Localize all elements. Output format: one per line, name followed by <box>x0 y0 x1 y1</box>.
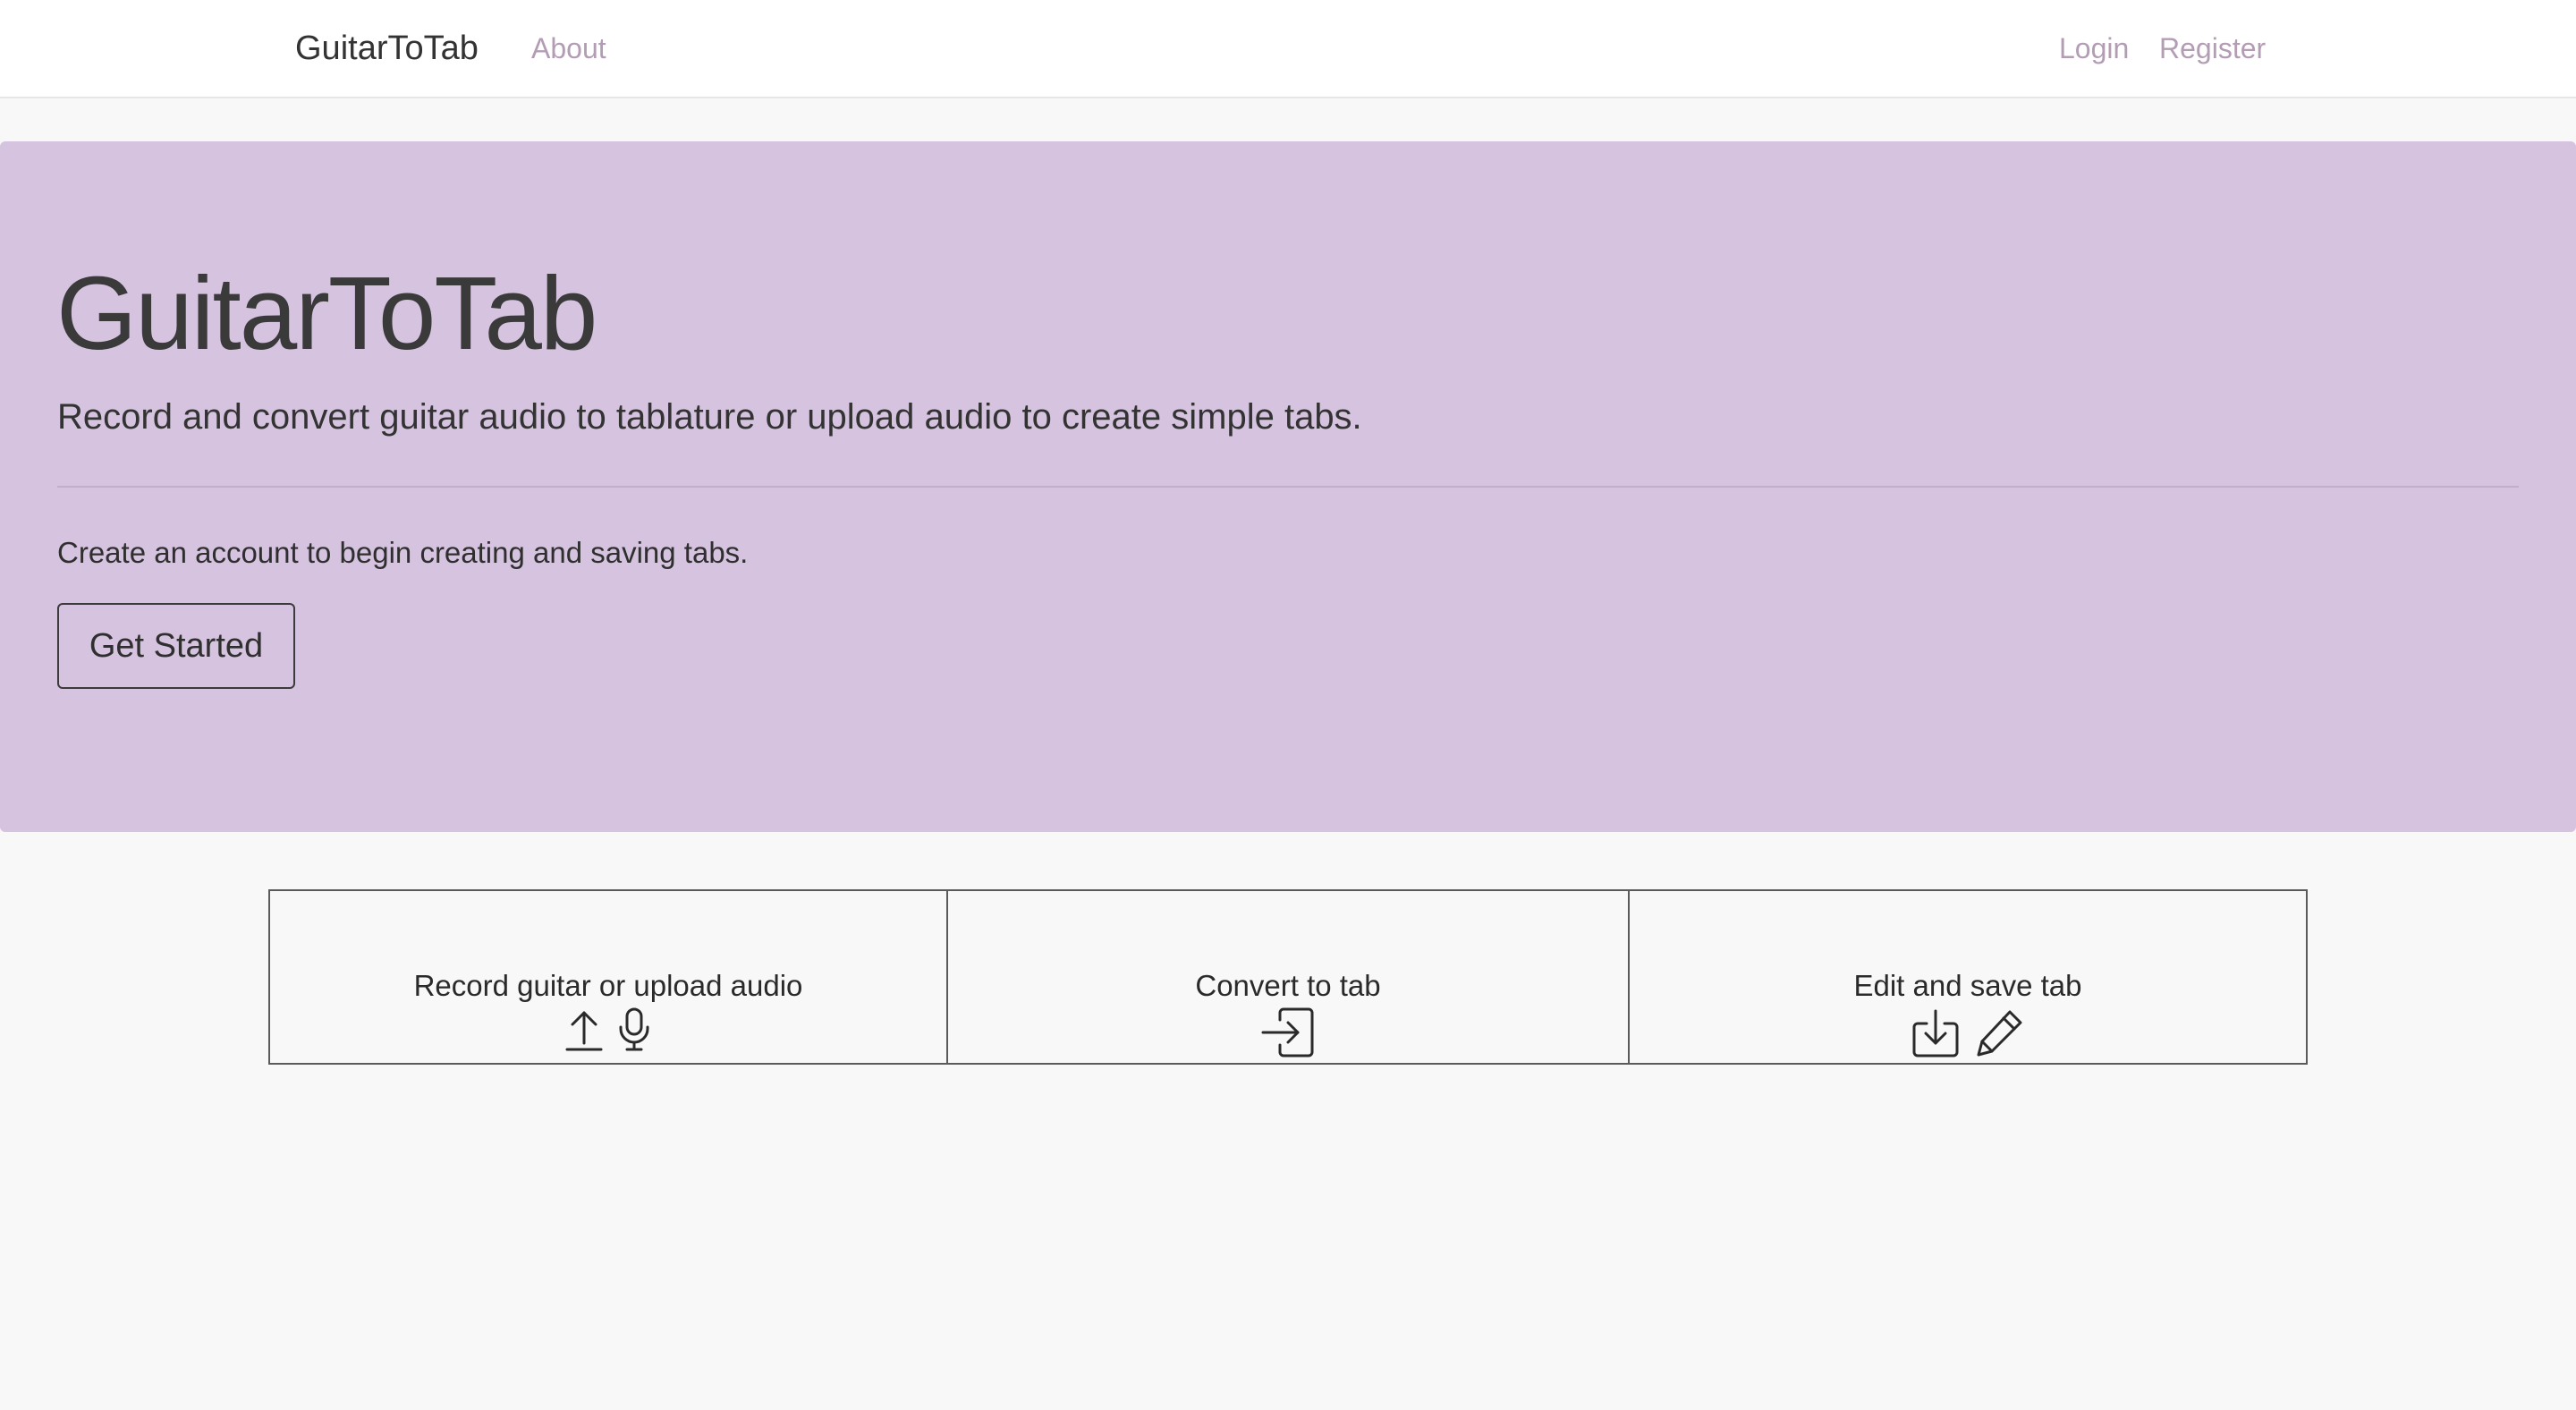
hero-title: GuitarToTab <box>56 255 597 371</box>
feature-icons <box>1630 1007 2306 1059</box>
nav-link-register[interactable]: Register <box>2159 0 2266 97</box>
microphone-icon <box>616 1007 652 1052</box>
feature-label: Edit and save tab <box>1853 969 2082 1002</box>
nav-link-login[interactable]: Login <box>2059 0 2129 97</box>
download-icon <box>1911 1007 1961 1059</box>
hero-divider <box>57 486 2519 488</box>
feature-convert: Convert to tab <box>948 891 1630 1063</box>
feature-icons <box>948 1007 1628 1058</box>
nav-link-about[interactable]: About <box>531 0 606 97</box>
box-arrow-in-right-icon <box>1260 1007 1316 1058</box>
navbar-brand[interactable]: GuitarToTab <box>295 0 479 97</box>
hero-lead: Record and convert guitar audio to tabla… <box>57 397 1362 437</box>
pencil-icon <box>1973 1007 2025 1059</box>
feature-label: Convert to tab <box>1195 969 1381 1002</box>
feature-record-upload: Record guitar or upload audio <box>270 891 948 1063</box>
features-row: Record guitar or upload audio Convert to… <box>268 889 2308 1065</box>
upload-icon <box>564 1009 604 1052</box>
navbar: GuitarToTab About Login Register <box>0 0 2576 98</box>
feature-edit-save: Edit and save tab <box>1630 891 2306 1063</box>
feature-icons <box>270 1007 946 1052</box>
feature-label: Record guitar or upload audio <box>413 969 803 1002</box>
hero-text: Create an account to begin creating and … <box>57 536 749 569</box>
get-started-button[interactable]: Get Started <box>57 603 295 689</box>
